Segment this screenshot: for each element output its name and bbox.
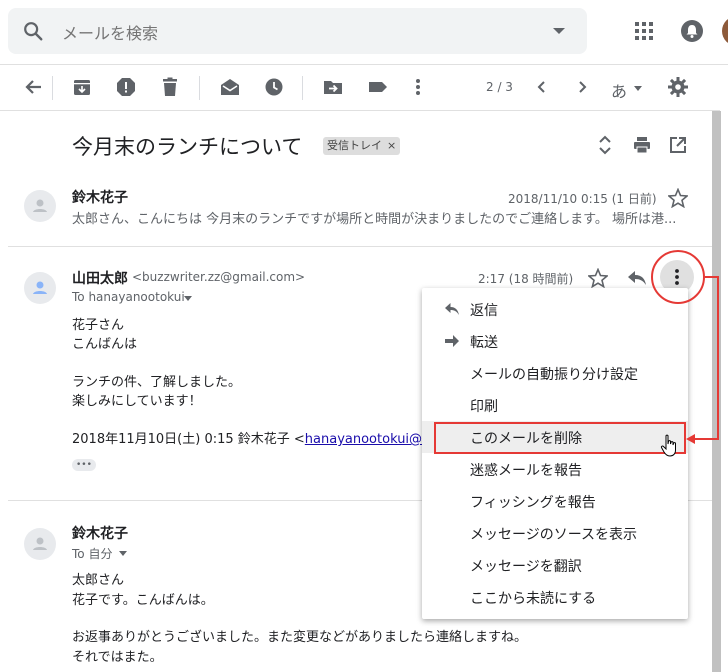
thread-subject: 今月末のランチについて [72,135,303,159]
settings-gear-icon[interactable] [667,76,689,98]
menu-item-reply[interactable]: 返信 [422,293,688,325]
show-trimmed-content-button[interactable]: ••• [72,459,96,471]
delete-icon[interactable] [159,76,181,98]
quote-header: 2018年11月10日(土) 0:15 鈴木花子 <hanayanootokui… [72,430,458,449]
highlight-circle [651,250,705,304]
body-line: 花子です。こんばんは。 [72,593,214,608]
more-vertical-icon[interactable] [407,76,429,98]
pagination-count: 2 / 3 [486,80,513,94]
star-icon[interactable] [668,188,688,208]
search-icon[interactable] [22,20,44,42]
toolbar-divider [52,76,53,100]
input-mode-label: あ [611,82,628,101]
body-line: ランチの件、了解しました。 [72,375,242,390]
remove-label-button[interactable]: × [387,137,396,155]
notification-bell-icon[interactable] [681,20,703,42]
quote-prefix: 2018年11月10日(土) 0:15 鈴木花子 < [72,432,305,447]
annotation-line [694,438,719,440]
inbox-label-chip: 受信トレイ × [323,137,401,155]
menu-item-label: 返信 [470,303,498,319]
expand-all-icon[interactable] [597,135,613,155]
mark-as-read-icon[interactable] [219,76,241,98]
account-avatar[interactable] [722,16,728,46]
body-line: 花子さん [72,318,125,333]
sender-email: <buzzwriter.zz@gmail.com> [132,270,306,284]
body-line: それではまた。 [72,650,163,665]
forward-icon [445,335,459,347]
apps-grid-icon[interactable] [635,22,653,40]
annotation-line [717,276,719,440]
label-icon[interactable] [367,76,389,98]
newer-chevron-icon[interactable] [531,76,553,98]
body-line: 楽しみにしています！ [72,394,202,409]
search-options-icon[interactable] [553,28,565,34]
annotation-arrowhead [686,434,695,444]
move-to-icon[interactable] [322,76,344,98]
menu-item-report-spam[interactable]: 迷惑メールを報告 [422,453,688,485]
recipient-line[interactable]: To 自分 [72,545,112,562]
message-snippet[interactable]: 太郎さん、こんにちは 今月末のランチですが場所と時間が決まりましたのでご連絡しま… [72,208,692,227]
reply-icon[interactable] [627,269,647,287]
menu-item-show-original[interactable]: メッセージのソースを表示 [422,517,688,549]
menu-item-label: メッセージを翻訳 [470,559,582,575]
report-spam-icon[interactable] [115,76,137,98]
input-tools-caret-icon[interactable] [634,86,642,91]
menu-item-label: ここから未読にする [470,591,597,607]
toolbar-divider [199,76,200,100]
recipient-details-caret-icon[interactable] [184,296,192,301]
search-input[interactable]: メールを検索 [62,20,158,44]
message-date: 2018/11/10 0:15 (1 日前) [508,192,657,206]
menu-item-label: メッセージのソースを表示 [470,527,638,543]
reply-icon [445,303,459,315]
sender-name: 鈴木花子 [72,526,128,542]
open-in-new-window-icon[interactable] [669,136,687,154]
menu-item-print[interactable]: 印刷 [422,389,688,421]
recipient-line[interactable]: To hanayanootokui [72,290,185,304]
older-chevron-icon[interactable] [571,76,593,98]
avatar [24,272,56,304]
highlight-box [434,422,686,454]
menu-item-translate[interactable]: メッセージを翻訳 [422,549,688,581]
body-line: こんばんは [72,337,138,352]
divider [8,246,712,247]
menu-item-label: フィッシングを報告 [470,495,596,511]
label-text: 受信トレイ [327,139,382,152]
sender-name: 鈴木花子 [72,190,128,206]
archive-icon[interactable] [71,76,93,98]
snooze-clock-icon[interactable] [263,76,285,98]
menu-item-filter[interactable]: メールの自動振り分け設定 [422,357,688,389]
recipient-details-caret-icon[interactable] [119,551,127,556]
sender-name: 山田太郎 [72,271,128,287]
hand-cursor-icon [660,434,676,457]
star-icon[interactable] [588,268,608,288]
avatar [24,528,56,560]
menu-item-mark-unread[interactable]: ここから未読にする [422,581,688,613]
divider [0,110,720,111]
menu-item-label: 迷惑メールを報告 [470,463,582,479]
menu-item-label: メールの自動振り分け設定 [470,367,638,383]
message-time: 2:17 (18 時間前) [478,272,574,286]
input-tools-button[interactable]: あ [611,78,627,102]
print-icon[interactable] [633,136,651,154]
divider [0,64,728,65]
menu-item-label: 印刷 [470,399,498,415]
body-line: お返事ありがとうございました。また変更などがありましたら連絡しますね。 [72,630,528,645]
menu-item-label: 転送 [470,335,498,351]
menu-item-report-phishing[interactable]: フィッシングを報告 [422,485,688,517]
body-line: 太郎さん [72,573,125,588]
avatar [24,190,56,222]
toolbar-divider [302,76,303,100]
back-arrow-icon[interactable] [23,76,45,98]
menu-item-forward[interactable]: 転送 [422,325,688,357]
